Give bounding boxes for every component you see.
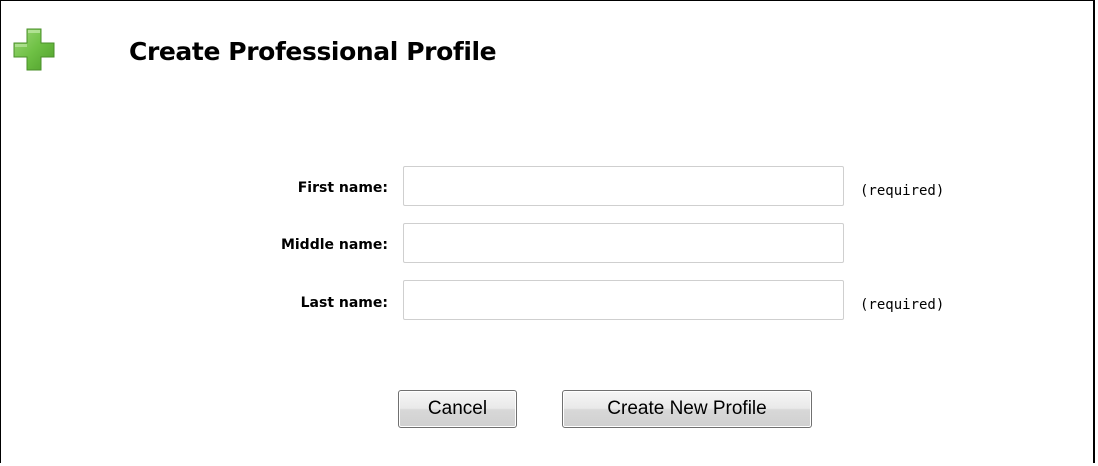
first-name-field[interactable] (403, 166, 844, 206)
middle-name-label: Middle name: (280, 237, 388, 253)
last-name-field[interactable] (403, 280, 844, 320)
create-new-profile-button[interactable]: Create New Profile (562, 390, 812, 428)
cancel-button[interactable]: Cancel (398, 390, 517, 428)
first-name-label: First name: (297, 180, 388, 196)
page-title: Create Professional Profile (129, 37, 497, 66)
last-name-required-note: (required) (860, 297, 945, 313)
first-name-required-note: (required) (860, 183, 945, 199)
last-name-label: Last name: (300, 295, 388, 311)
create-profile-dialog: Create Professional Profile First name: … (0, 0, 1095, 463)
middle-name-field[interactable] (403, 223, 844, 263)
